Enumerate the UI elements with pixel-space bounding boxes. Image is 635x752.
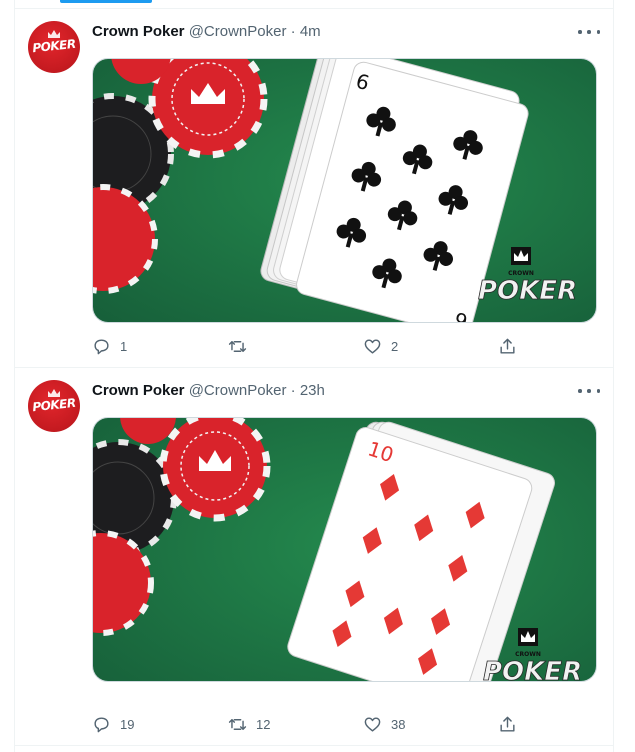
like-count: 2 [391, 338, 399, 354]
reply-button[interactable]: 19 [92, 714, 134, 734]
avatar[interactable]: POKER [28, 21, 80, 73]
tweet[interactable]: POKER Crown Poker @CrownPoker · 4m 9 9 C… [15, 9, 613, 367]
header-separator: · [290, 382, 296, 399]
retweet-button[interactable] [228, 336, 256, 356]
active-tab-indicator [60, 0, 152, 3]
reply-icon [94, 716, 109, 732]
retweet-count: 12 [256, 716, 271, 732]
more-icon[interactable] [578, 384, 600, 398]
tweet[interactable]: POKER Crown Poker @CrownPoker · 23h 10 C… [15, 368, 613, 745]
retweet-button[interactable]: 12 [228, 714, 270, 734]
author-name[interactable]: Crown Poker [92, 23, 185, 40]
reply-count: 19 [120, 716, 135, 732]
tweet-actions: 19 12 38 [92, 714, 522, 734]
tweet-media-image[interactable]: 9 9 CROWN POKER [92, 58, 597, 323]
like-button[interactable]: 2 [363, 336, 398, 356]
more-icon[interactable] [578, 25, 600, 39]
share-button[interactable] [498, 714, 517, 734]
author-handle[interactable]: @CrownPoker [189, 23, 287, 40]
author-handle[interactable]: @CrownPoker [189, 382, 287, 399]
like-button[interactable]: 38 [363, 714, 405, 734]
avatar[interactable]: POKER [28, 380, 80, 432]
retweet-icon [228, 718, 247, 730]
tweet-timestamp[interactable]: 4m [300, 23, 321, 40]
logo-word: POKER [478, 276, 577, 306]
like-count: 38 [391, 716, 406, 732]
header-separator: · [290, 23, 296, 40]
tweet-divider [14, 745, 614, 746]
retweet-icon [228, 340, 247, 352]
timeline-border-right [613, 0, 614, 752]
reply-button[interactable]: 1 [92, 336, 127, 356]
tweet-header: Crown Poker @CrownPoker · 4m [92, 22, 321, 42]
heart-icon [364, 716, 381, 732]
share-icon [500, 716, 515, 732]
share-button[interactable] [498, 336, 517, 356]
author-name[interactable]: Crown Poker [92, 382, 185, 399]
reply-icon [94, 338, 109, 354]
avatar-logo-text: POKER [31, 36, 77, 56]
tweet-media-image[interactable]: 10 10 CROWN POKE [92, 417, 597, 682]
tweet-actions: 1 2 [92, 336, 522, 356]
tweet-timestamp[interactable]: 23h [300, 382, 325, 399]
avatar-logo-text: POKER [31, 395, 77, 415]
heart-icon [364, 338, 381, 354]
logo-word: POKER [483, 657, 582, 682]
tweet-header: Crown Poker @CrownPoker · 23h [92, 381, 325, 401]
share-icon [500, 338, 515, 354]
reply-count: 1 [120, 338, 128, 354]
